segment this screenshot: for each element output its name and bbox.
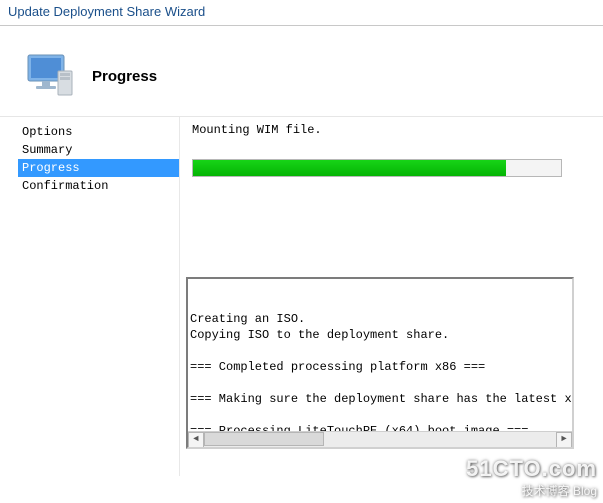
window-title: Update Deployment Share Wizard xyxy=(8,4,205,19)
wizard-steps-sidebar: OptionsSummaryProgressConfirmation xyxy=(0,117,180,476)
wizard-header: Progress xyxy=(0,26,603,116)
sidebar-item-confirmation[interactable]: Confirmation xyxy=(18,177,179,195)
scroll-track[interactable] xyxy=(204,432,556,447)
watermark-sub: 技术博客 Blog xyxy=(466,482,597,499)
progress-bar-fill xyxy=(193,160,506,176)
horizontal-scrollbar[interactable]: ◄ ► xyxy=(188,431,572,447)
sidebar-item-summary[interactable]: Summary xyxy=(18,141,179,159)
log-text: Creating an ISO. Copying ISO to the depl… xyxy=(188,311,572,449)
scroll-right-button[interactable]: ► xyxy=(556,432,572,448)
window-titlebar: Update Deployment Share Wizard xyxy=(0,0,603,26)
progress-bar xyxy=(192,159,562,177)
sidebar-item-progress[interactable]: Progress xyxy=(18,159,179,177)
computer-icon xyxy=(24,49,78,103)
page-title: Progress xyxy=(92,68,157,85)
log-output[interactable]: Creating an ISO. Copying ISO to the depl… xyxy=(186,277,574,449)
wizard-body: OptionsSummaryProgressConfirmation Mount… xyxy=(0,116,603,476)
sidebar-item-options[interactable]: Options xyxy=(18,123,179,141)
status-text: Mounting WIM file. xyxy=(192,123,603,137)
scroll-thumb[interactable] xyxy=(204,432,324,446)
wizard-main-panel: Mounting WIM file. Creating an ISO. Copy… xyxy=(180,117,603,476)
scroll-left-button[interactable]: ◄ xyxy=(188,432,204,448)
